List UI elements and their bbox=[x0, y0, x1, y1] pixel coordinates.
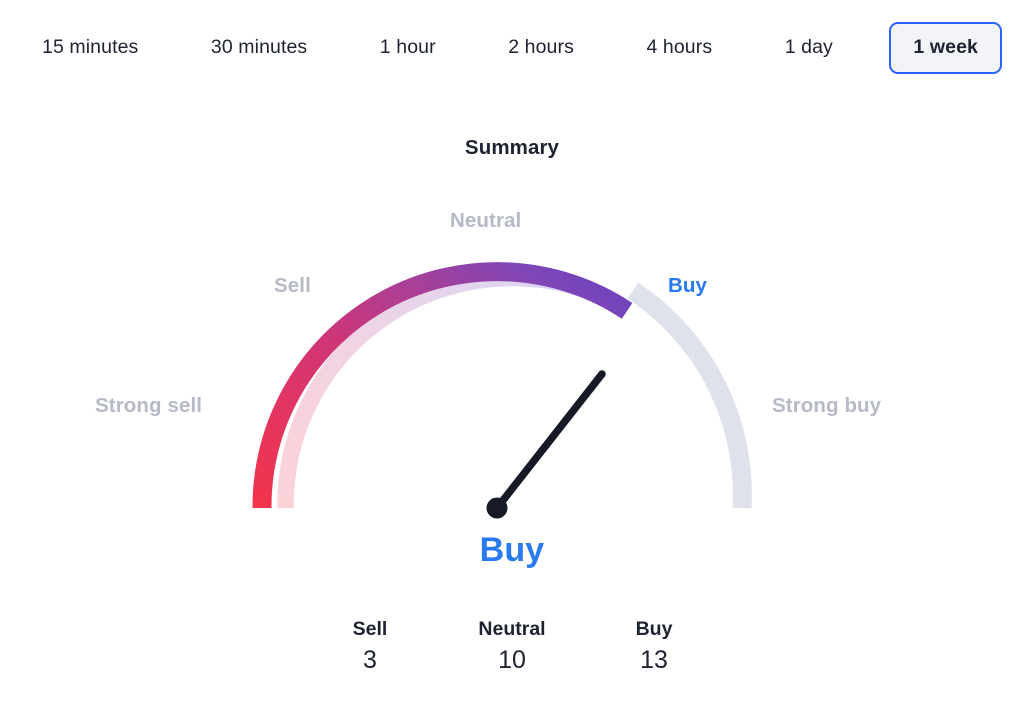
summary-gauge: Strong sell Sell Neutral Buy Strong buy bbox=[0, 186, 1024, 586]
gauge-label-buy: Buy bbox=[668, 274, 707, 298]
count-label-buy: Buy bbox=[611, 616, 697, 642]
tab-1-hour[interactable]: 1 hour bbox=[364, 22, 452, 74]
count-value-sell: 3 bbox=[327, 642, 413, 680]
gauge-svg bbox=[0, 186, 1024, 586]
tab-30-minutes[interactable]: 30 minutes bbox=[195, 22, 323, 74]
gauge-label-strong-sell: Strong sell bbox=[95, 394, 202, 418]
count-label-sell: Sell bbox=[327, 616, 413, 642]
count-value-buy: 13 bbox=[611, 642, 697, 680]
gauge-label-neutral: Neutral bbox=[450, 209, 521, 233]
page-title: Summary bbox=[0, 136, 1024, 160]
gauge-inner-colored-arc bbox=[286, 278, 622, 508]
count-label-neutral: Neutral bbox=[469, 616, 555, 642]
count-cell-sell: Sell 3 bbox=[327, 616, 413, 680]
tab-1-day[interactable]: 1 day bbox=[769, 22, 849, 74]
gauge-needle bbox=[497, 374, 602, 508]
gauge-needle-pivot bbox=[487, 498, 508, 519]
signal-counts: Sell 3 Neutral 10 Buy 13 bbox=[0, 616, 1024, 680]
gauge-label-strong-buy: Strong buy bbox=[772, 394, 881, 418]
tab-15-minutes[interactable]: 15 minutes bbox=[26, 22, 154, 74]
gauge-label-sell: Sell bbox=[274, 274, 311, 298]
tab-2-hours[interactable]: 2 hours bbox=[492, 22, 590, 74]
tab-1-week[interactable]: 1 week bbox=[889, 22, 1002, 74]
count-value-neutral: 10 bbox=[469, 642, 555, 680]
summary-verdict: Buy bbox=[0, 531, 1024, 570]
count-cell-buy: Buy 13 bbox=[611, 616, 697, 680]
interval-tabbar: 15 minutes 30 minutes 1 hour 2 hours 4 h… bbox=[0, 0, 1024, 96]
gauge-strong-buy-track bbox=[633, 291, 742, 508]
tab-4-hours[interactable]: 4 hours bbox=[630, 22, 728, 74]
count-cell-neutral: Neutral 10 bbox=[469, 616, 555, 680]
